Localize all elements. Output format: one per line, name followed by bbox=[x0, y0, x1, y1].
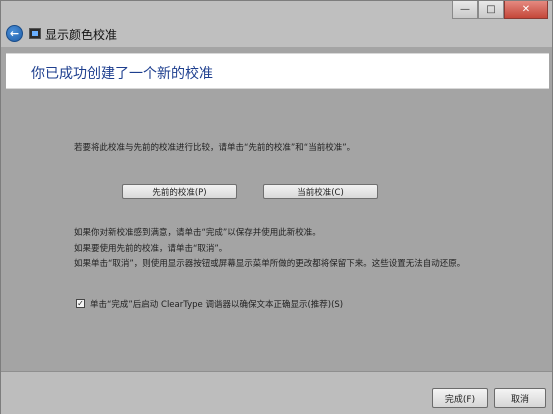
previous-calibration-button[interactable]: 先前的校准(P) bbox=[122, 184, 237, 199]
cancel-warning: 如果单击“取消”，则使用显示器按钮或屏幕显示菜单所做的更改都将保留下来。这些设置… bbox=[74, 259, 466, 269]
calibration-window: — □ ✕ ← 显示颜色校准 你已成功创建了一个新的校准 若要将此校准与先前的校… bbox=[0, 0, 553, 414]
title-bar: — □ ✕ ← 显示颜色校准 bbox=[1, 1, 552, 47]
satisfied-instructions: 如果你对新校准感到满意，请单击“完成”以保存并使用此新校准。 bbox=[74, 228, 321, 238]
back-arrow-icon[interactable]: ← bbox=[6, 25, 23, 42]
cancel-button[interactable]: 取消 bbox=[494, 388, 546, 408]
cleartype-checkbox[interactable]: ✓ bbox=[76, 299, 85, 308]
finish-button[interactable]: 完成(F) bbox=[432, 388, 488, 408]
maximize-button[interactable]: □ bbox=[478, 1, 504, 19]
header-band: 你已成功创建了一个新的校准 bbox=[6, 53, 549, 89]
window-title: 显示颜色校准 bbox=[45, 28, 118, 42]
page-title: 你已成功创建了一个新的校准 bbox=[31, 66, 213, 82]
previous-instructions: 如果要使用先前的校准，请单击“取消”。 bbox=[74, 244, 228, 254]
caption-buttons: — □ ✕ bbox=[452, 1, 548, 19]
compare-instructions: 若要将此校准与先前的校准进行比较，请单击“先前的校准”和“当前校准”。 bbox=[74, 143, 356, 153]
footer-bar: 完成(F) 取消 bbox=[1, 371, 552, 414]
current-calibration-button[interactable]: 当前校准(C) bbox=[263, 184, 378, 199]
monitor-icon bbox=[29, 28, 41, 39]
close-button[interactable]: ✕ bbox=[504, 1, 548, 19]
minimize-button[interactable]: — bbox=[452, 1, 478, 19]
cleartype-checkbox-label[interactable]: 单击“完成”后启动 ClearType 调谐器以确保文本正确显示(推荐)(S) bbox=[90, 298, 343, 310]
main-content: 若要将此校准与先前的校准进行比较，请单击“先前的校准”和“当前校准”。 先前的校… bbox=[6, 89, 549, 371]
